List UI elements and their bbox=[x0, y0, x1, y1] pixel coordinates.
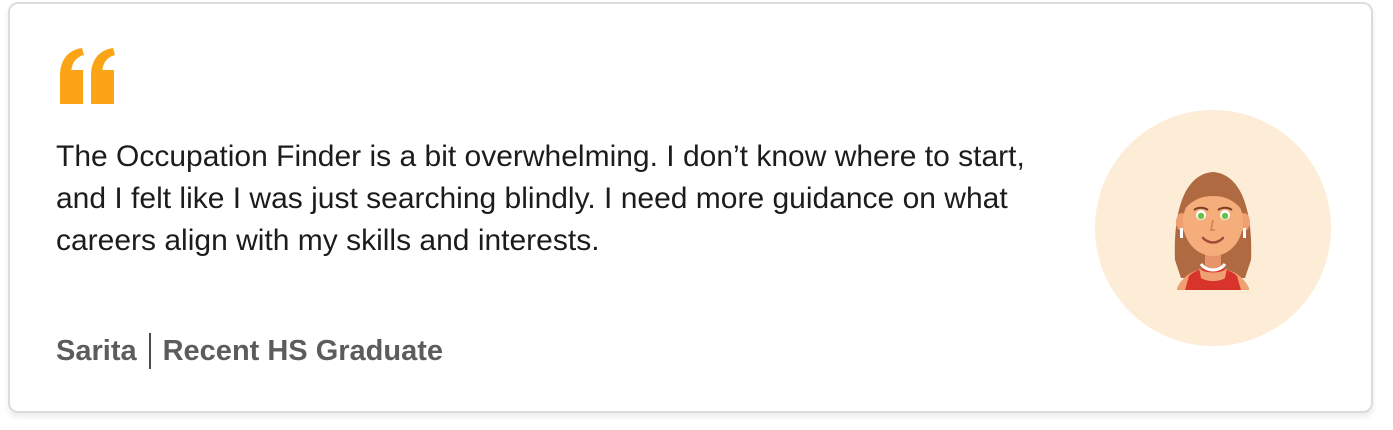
quote-mark-icon bbox=[60, 48, 115, 104]
avatar bbox=[1095, 110, 1331, 346]
woman-avatar-icon bbox=[1174, 172, 1252, 290]
testimonial-attribution: Sarita Recent HS Graduate bbox=[56, 333, 443, 369]
author-role: Recent HS Graduate bbox=[162, 334, 444, 367]
testimonial-card: The Occupation Finder is a bit overwhelm… bbox=[8, 2, 1373, 413]
author-name: Sarita bbox=[56, 334, 137, 367]
testimonial-quote: The Occupation Finder is a bit overwhelm… bbox=[56, 140, 1025, 257]
attribution-divider bbox=[148, 333, 151, 369]
